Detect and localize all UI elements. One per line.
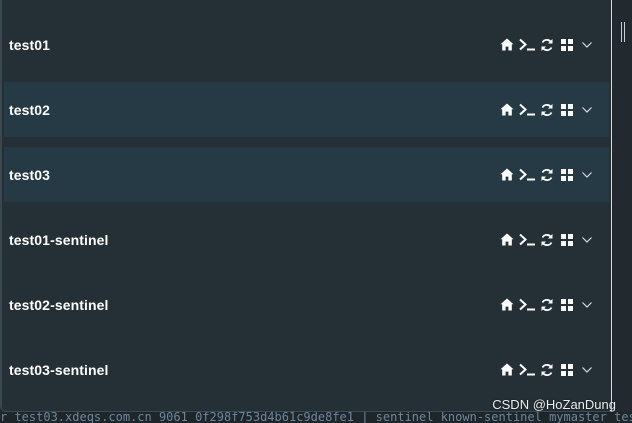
status-line-text: r test03.xdeqs.com.cn 9061 0f298f753d4b6… xyxy=(0,412,632,423)
refresh-icon[interactable] xyxy=(537,166,557,184)
refresh-icon[interactable] xyxy=(537,36,557,54)
scrollbar-thumb[interactable] xyxy=(621,22,625,42)
item-label: test01-sentinel xyxy=(9,231,109,248)
list-item[interactable]: test01 xyxy=(4,17,609,72)
status-line: r test03.xdeqs.com.cn 9061 0f298f753d4b6… xyxy=(0,412,632,423)
item-label: test02 xyxy=(9,101,51,118)
terminal-icon[interactable] xyxy=(517,296,537,314)
refresh-icon[interactable] xyxy=(537,296,557,314)
home-icon[interactable] xyxy=(497,101,517,119)
server-list-panel: test01 test02 test03 test01-sentinel tes… xyxy=(0,0,612,412)
grid-icon[interactable] xyxy=(557,361,577,379)
grid-icon[interactable] xyxy=(557,166,577,184)
scrollbar[interactable] xyxy=(613,0,632,412)
home-icon[interactable] xyxy=(497,296,517,314)
item-actions xyxy=(497,166,597,184)
chevron-down-icon[interactable] xyxy=(577,361,597,379)
item-actions xyxy=(497,101,597,119)
home-icon[interactable] xyxy=(497,231,517,249)
list-item[interactable]: test02 xyxy=(4,82,609,137)
item-actions xyxy=(497,36,597,54)
home-icon[interactable] xyxy=(497,361,517,379)
list-item[interactable]: test02-sentinel xyxy=(4,277,609,332)
item-actions xyxy=(497,296,597,314)
item-label: test03 xyxy=(9,166,51,183)
item-actions xyxy=(497,361,597,379)
refresh-icon[interactable] xyxy=(537,101,557,119)
chevron-down-icon[interactable] xyxy=(577,231,597,249)
chevron-down-icon[interactable] xyxy=(577,101,597,119)
terminal-icon[interactable] xyxy=(517,166,537,184)
grid-icon[interactable] xyxy=(557,36,577,54)
refresh-icon[interactable] xyxy=(537,231,557,249)
item-label: test02-sentinel xyxy=(9,296,109,313)
terminal-icon[interactable] xyxy=(517,36,537,54)
grid-icon[interactable] xyxy=(557,231,577,249)
refresh-icon[interactable] xyxy=(537,361,557,379)
grid-icon[interactable] xyxy=(557,101,577,119)
chevron-down-icon[interactable] xyxy=(577,296,597,314)
chevron-down-icon[interactable] xyxy=(577,166,597,184)
item-label: test03-sentinel xyxy=(9,361,109,378)
terminal-icon[interactable] xyxy=(517,231,537,249)
watermark: CSDN @HoZanDung xyxy=(492,397,616,412)
list-item[interactable]: test03 xyxy=(4,147,609,202)
item-label: test01 xyxy=(9,36,51,53)
terminal-icon[interactable] xyxy=(517,361,537,379)
terminal-icon[interactable] xyxy=(517,101,537,119)
home-icon[interactable] xyxy=(497,166,517,184)
item-actions xyxy=(497,231,597,249)
list-item[interactable]: test03-sentinel xyxy=(4,342,609,397)
chevron-down-icon[interactable] xyxy=(577,36,597,54)
list-item[interactable]: test01-sentinel xyxy=(4,212,609,267)
grid-icon[interactable] xyxy=(557,296,577,314)
panel-edge xyxy=(0,0,2,410)
home-icon[interactable] xyxy=(497,36,517,54)
